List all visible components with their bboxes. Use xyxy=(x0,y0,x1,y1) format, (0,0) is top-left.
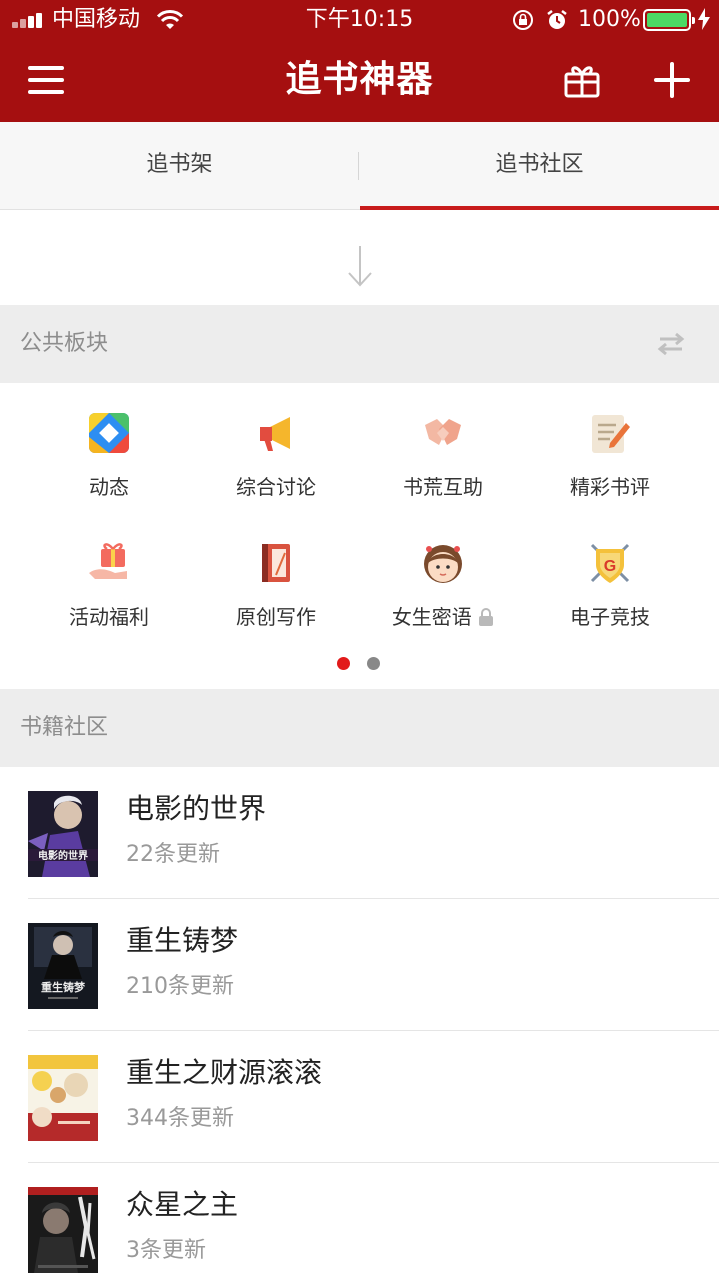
book-quill-icon xyxy=(262,544,290,582)
board-item-events[interactable]: 活动福利 xyxy=(25,541,193,661)
charging-icon xyxy=(698,8,710,30)
book-row[interactable]: 重生铸梦 重生铸梦 210条更新 xyxy=(0,899,719,1031)
board-label: 原创写作 xyxy=(236,605,316,629)
battery-percent: 100% xyxy=(578,7,641,32)
book-cover: 电影的世界 xyxy=(28,791,98,877)
board-item-review[interactable]: 精彩书评 xyxy=(526,411,694,531)
tab-bookshelf[interactable]: 追书架 xyxy=(0,122,359,210)
section-title: 公共板块 xyxy=(20,331,109,356)
status-bar: 中国移动 下午10:15 100% xyxy=(0,0,719,40)
board-label: 书荒互助 xyxy=(403,475,483,499)
board-label: 女生密语 xyxy=(359,603,527,631)
tab-active-indicator xyxy=(360,206,719,210)
gift-hand-icon xyxy=(89,543,127,579)
board-label: 精彩书评 xyxy=(570,475,650,499)
board-item-esports[interactable]: G 电子竞技 xyxy=(526,541,694,661)
update-count: 3条更新 xyxy=(126,1238,206,1263)
book-cover xyxy=(28,1055,98,1141)
tab-bar: 追书架 追书社区 xyxy=(0,122,719,210)
board-item-dynamic[interactable]: 动态 xyxy=(25,411,193,531)
page-dot-active[interactable] xyxy=(337,657,350,670)
book-cover: 重生铸梦 xyxy=(28,923,98,1009)
board-label: 综合讨论 xyxy=(236,475,316,499)
book-title: 众星之主 xyxy=(126,1188,239,1221)
page-dot[interactable] xyxy=(367,657,380,670)
board-label: 动态 xyxy=(89,475,129,499)
book-title: 重生之财源滚滚 xyxy=(126,1056,323,1089)
gift-icon[interactable] xyxy=(562,60,602,100)
public-section-header: 公共板块 xyxy=(0,305,719,383)
alarm-icon xyxy=(547,10,567,29)
update-count: 210条更新 xyxy=(126,974,234,999)
book-row[interactable]: 电影的世界 电影的世界 22条更新 xyxy=(0,767,719,899)
battery-icon xyxy=(643,9,695,31)
girl-face-icon xyxy=(424,545,462,583)
svg-text:G: G xyxy=(604,558,616,575)
section-title: 书籍社区 xyxy=(20,715,109,740)
update-count: 22条更新 xyxy=(126,842,220,867)
board-label: 电子竞技 xyxy=(570,605,650,629)
update-count: 344条更新 xyxy=(126,1106,234,1131)
book-row[interactable]: 重生之财源滚滚 344条更新 xyxy=(0,1031,719,1163)
app-header: 中国移动 下午10:15 100% 追书神器 xyxy=(0,0,719,122)
board-item-discussion[interactable]: 综合讨论 xyxy=(192,411,360,531)
book-row[interactable]: 众星之主 3条更新 xyxy=(0,1163,719,1280)
swap-icon[interactable] xyxy=(656,331,686,357)
lock-icon xyxy=(479,608,494,626)
svg-text:重生铸梦: 重生铸梦 xyxy=(41,980,86,994)
board-item-girls[interactable]: 女生密语 xyxy=(359,541,527,661)
board-item-book-help[interactable]: 书荒互助 xyxy=(359,411,527,531)
handshake-icon xyxy=(425,419,461,445)
app-title: 追书神器 xyxy=(285,59,434,100)
svg-text:电影的世界: 电影的世界 xyxy=(38,849,88,862)
book-cover xyxy=(28,1187,98,1273)
rotation-lock-icon xyxy=(513,10,533,30)
board-label: 活动福利 xyxy=(69,605,149,629)
dynamic-icon xyxy=(89,413,129,453)
board-label-text: 女生密语 xyxy=(391,605,472,629)
tab-community[interactable]: 追书社区 xyxy=(360,122,719,210)
pull-down-arrow-icon xyxy=(348,246,372,287)
tab-divider xyxy=(358,152,359,180)
esports-shield-icon: G xyxy=(590,543,630,583)
review-icon xyxy=(592,415,630,453)
book-section-header: 书籍社区 xyxy=(0,689,719,767)
board-item-original[interactable]: 原创写作 xyxy=(192,541,360,661)
book-title: 重生铸梦 xyxy=(126,924,239,957)
add-icon[interactable] xyxy=(654,62,690,98)
megaphone-icon xyxy=(260,417,290,451)
book-title: 电影的世界 xyxy=(126,792,267,825)
